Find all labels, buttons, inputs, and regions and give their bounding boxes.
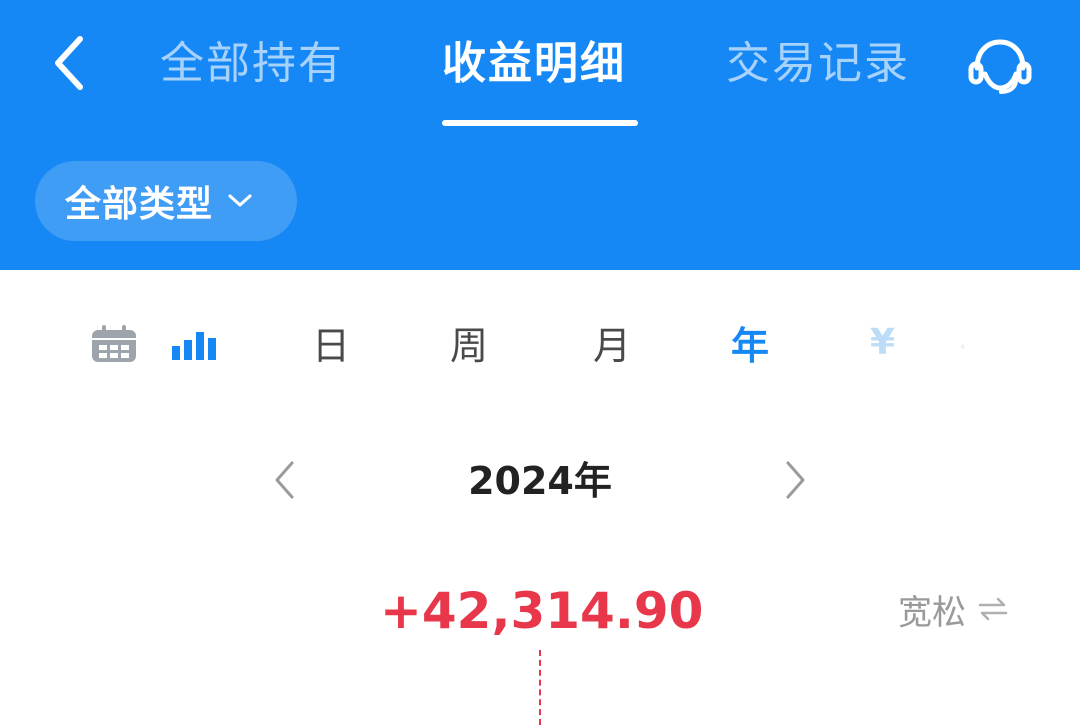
chart-view-button[interactable] <box>172 330 218 364</box>
faded-tab-edge: · <box>958 330 968 365</box>
next-year-button[interactable] <box>778 456 814 504</box>
customer-service-button[interactable] <box>962 30 1038 100</box>
period-tab-week[interactable]: 周 <box>450 318 488 374</box>
tab-profit-details[interactable]: 收益明细 <box>442 34 626 94</box>
active-tab-indicator <box>442 120 638 126</box>
back-button[interactable] <box>38 30 98 96</box>
swap-icon <box>978 597 1008 621</box>
prev-year-button[interactable] <box>266 456 302 504</box>
chevron-right-icon <box>786 461 805 499</box>
calendar-icon <box>92 325 136 362</box>
period-tab-month[interactable]: 月 <box>593 318 631 374</box>
top-header: 全部持有 收益明细 交易记录 全部类型 <box>0 0 1080 270</box>
total-profit-value: +42,314.90 <box>380 582 704 640</box>
tab-all-holdings[interactable]: 全部持有 <box>160 34 344 94</box>
type-filter-label: 全部类型 <box>65 184 214 225</box>
period-tab-day[interactable]: 日 <box>312 318 350 374</box>
period-tab-year[interactable]: 年 <box>731 318 769 374</box>
chart-marker-line <box>539 650 541 725</box>
customer-service-icon <box>968 39 1032 94</box>
period-tab-amount[interactable]: ¥ <box>870 322 895 363</box>
tab-transaction-records[interactable]: 交易记录 <box>726 34 910 94</box>
chevron-left-icon <box>275 461 294 499</box>
view-mode-toggle[interactable]: 宽松 <box>898 584 1008 634</box>
chevron-down-icon <box>227 187 255 215</box>
bar-chart-icon <box>172 332 216 360</box>
chevron-left-icon <box>55 36 83 90</box>
type-filter-dropdown[interactable]: 全部类型 <box>35 161 297 241</box>
calendar-view-button[interactable] <box>90 324 138 368</box>
view-mode-label: 宽松 <box>898 592 966 633</box>
year-label: 2024年 <box>468 459 612 503</box>
